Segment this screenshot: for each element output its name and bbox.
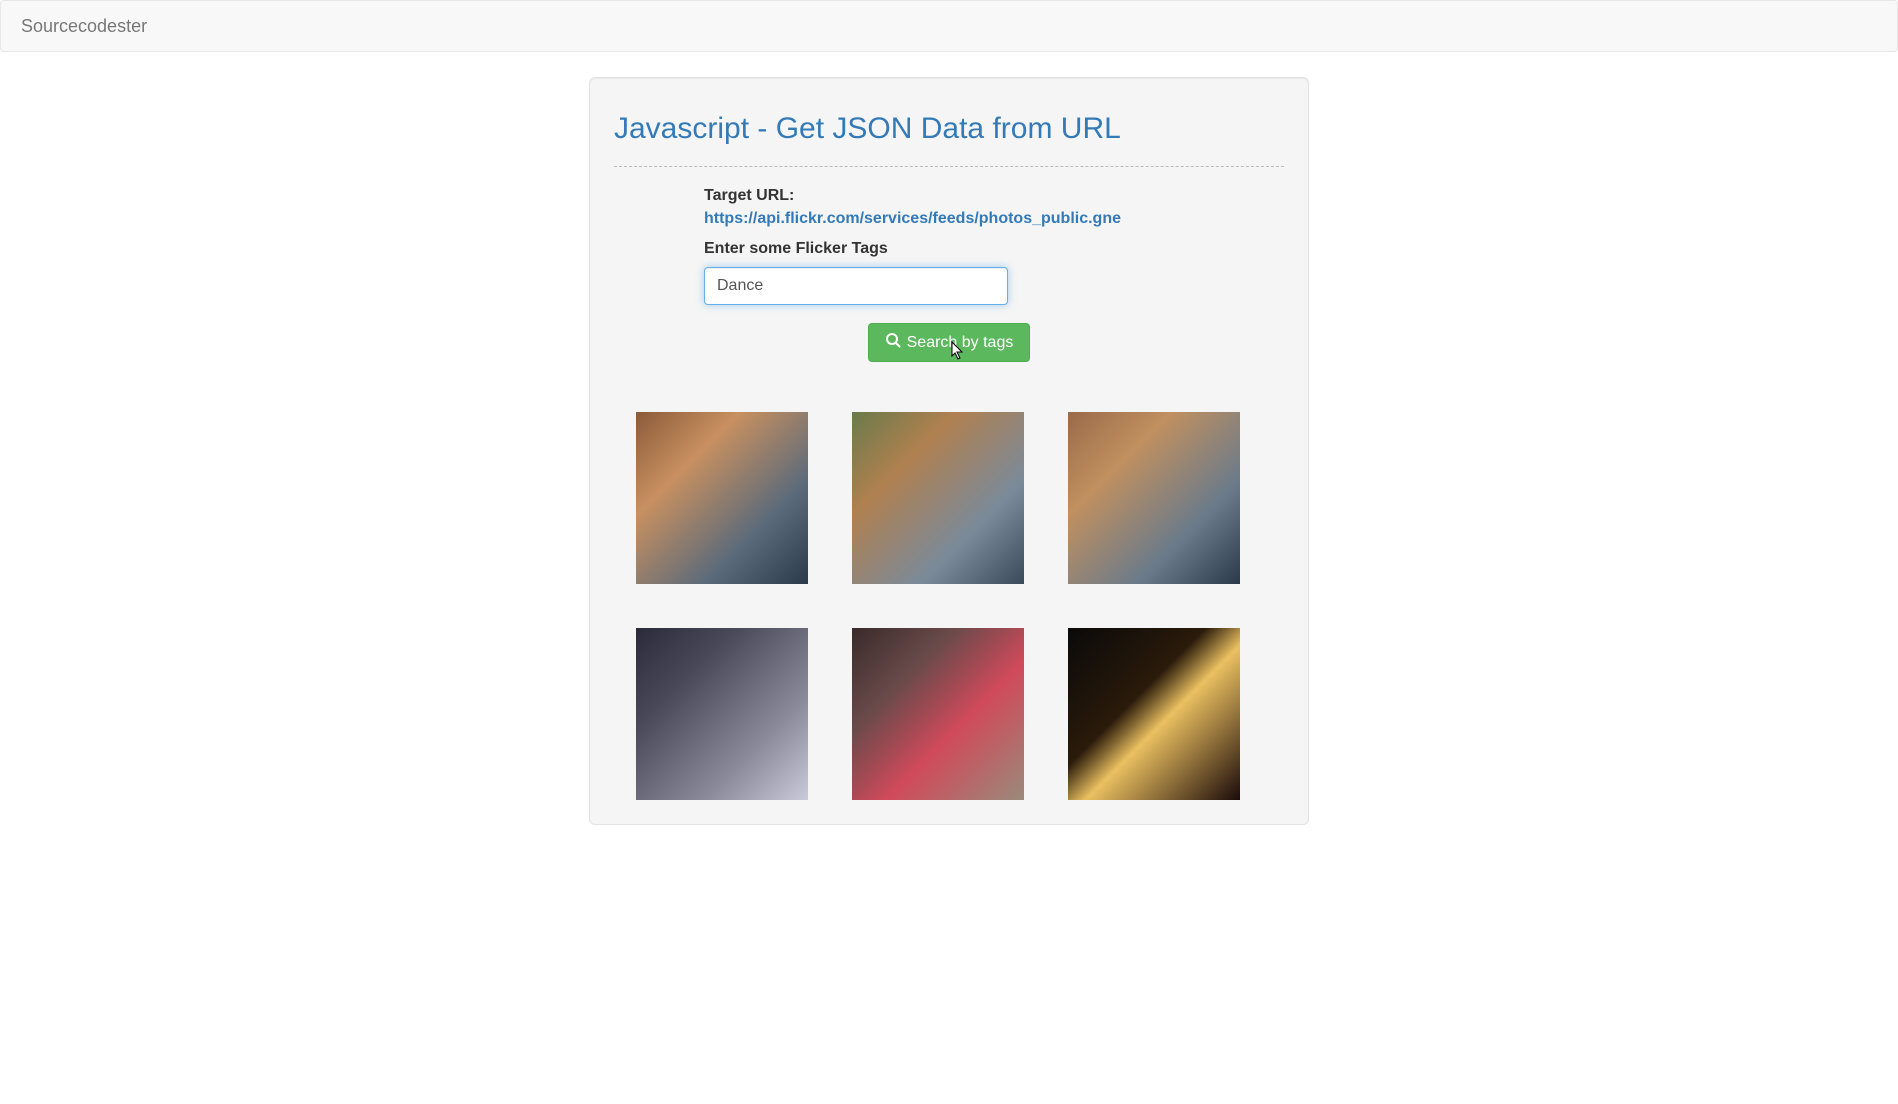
target-url-link[interactable]: https://api.flickr.com/services/feeds/ph… xyxy=(704,210,1121,228)
result-thumbnail[interactable] xyxy=(1068,628,1240,800)
search-button[interactable]: Search by tags xyxy=(868,323,1031,362)
target-url-label: Target URL: xyxy=(704,187,1194,205)
tags-label: Enter some Flicker Tags xyxy=(704,240,1194,258)
result-thumbnail[interactable] xyxy=(636,628,808,800)
result-thumbnail[interactable] xyxy=(852,412,1024,584)
results-grid xyxy=(614,412,1284,800)
search-button-label: Search by tags xyxy=(907,334,1014,352)
result-thumbnail[interactable] xyxy=(636,412,808,584)
result-thumbnail[interactable] xyxy=(1068,412,1240,584)
navbar: Sourcecodester xyxy=(0,0,1898,52)
form-area: Target URL: https://api.flickr.com/servi… xyxy=(704,187,1194,362)
page-title: Javascript - Get JSON Data from URL xyxy=(614,112,1284,146)
main-container: Javascript - Get JSON Data from URL Targ… xyxy=(364,77,1534,825)
divider xyxy=(614,166,1284,167)
tags-input[interactable] xyxy=(704,267,1008,305)
result-thumbnail[interactable] xyxy=(852,628,1024,800)
search-icon xyxy=(885,332,901,353)
content-well: Javascript - Get JSON Data from URL Targ… xyxy=(589,77,1309,825)
navbar-brand[interactable]: Sourcecodester xyxy=(21,16,147,36)
